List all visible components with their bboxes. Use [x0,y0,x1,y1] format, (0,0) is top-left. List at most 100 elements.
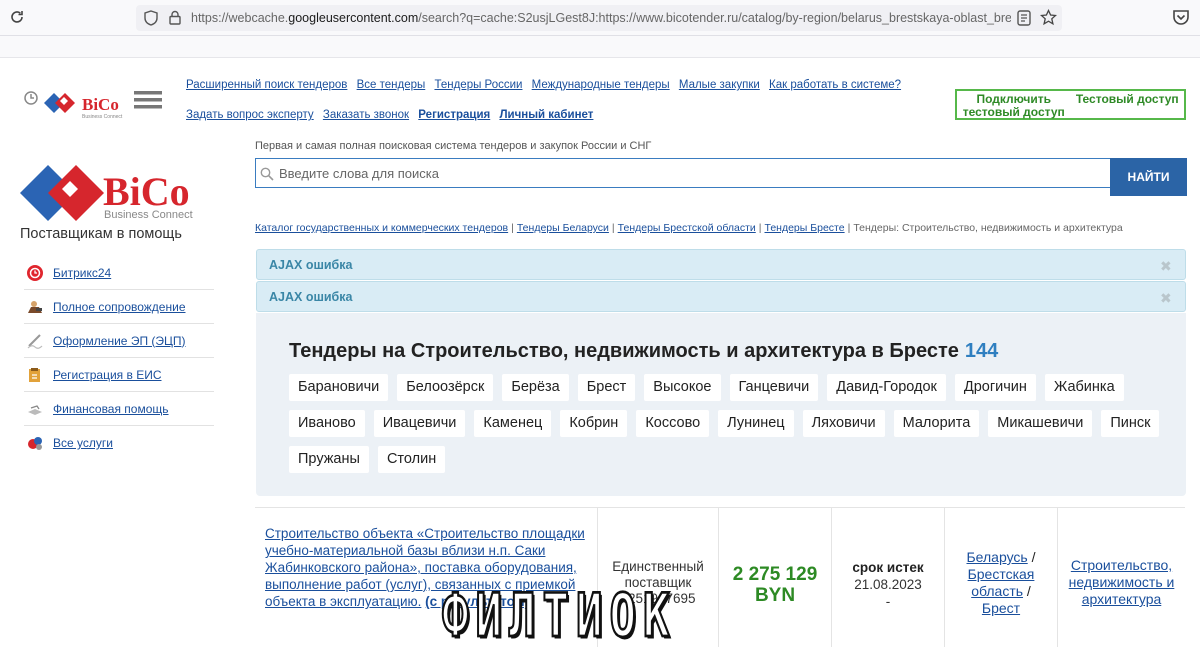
search-button[interactable]: НАЙТИ [1110,158,1187,196]
signature-icon [27,333,43,349]
top-link-russia-tenders[interactable]: Тендеры России [434,79,522,91]
bitrix-icon [27,264,43,281]
tender-category-cell: Строительство, недвижимость и архитектур… [1058,508,1185,647]
search-icon [260,167,274,181]
city-button[interactable]: Давид-Городок [827,374,946,401]
city-button[interactable]: Коссово [636,410,710,437]
url-text[interactable]: https://webcache.googleusercontent.com/s… [191,11,1011,25]
close-icon[interactable]: ✖ [1160,290,1172,307]
trial-access-label[interactable]: Тестовый доступ [1071,91,1185,118]
city-button[interactable]: Кобрин [560,410,628,437]
support-icon [28,300,42,313]
city-list: Барановичи Белоозёрск Берёза Брест Высокое Га… [289,374,1169,482]
reader-view-icon[interactable] [1017,10,1031,26]
top-link-ask-expert[interactable]: Задать вопрос эксперту [186,109,314,121]
city-button[interactable]: Столин [377,446,446,473]
tender-currency: BYN [754,585,796,606]
region-country-link[interactable]: Беларусь [966,549,1027,565]
shield-icon[interactable] [144,10,158,26]
tender-price: 2 275 129 [732,564,818,585]
search-input[interactable] [279,162,1099,184]
city-button[interactable]: Берёза [502,374,569,401]
breadcrumb-brest[interactable]: Тендеры Бресте [765,222,845,234]
city-button[interactable]: Высокое [644,374,721,401]
bookmark-star-icon[interactable] [1040,9,1057,26]
city-button[interactable]: Ганцевичи [729,374,819,401]
top-link-account[interactable]: Личный кабинет [499,109,593,121]
city-button[interactable]: Ляховичи [802,410,885,437]
region-panel: Тендеры на Строительство, недвижимость и… [256,313,1186,496]
lock-icon[interactable] [169,10,181,25]
brand-logo-text: BiCo [103,169,190,214]
city-button[interactable]: Микашевичи [988,410,1093,437]
ajax-error-alert: AJAX ошибка ✖ [256,249,1186,280]
tagline: Поставщикам в помощь [20,226,182,242]
sidebar-item-all-services[interactable]: Все услуги [24,426,214,460]
breadcrumb-catalog[interactable]: Каталог государственных и коммерческих т… [255,222,508,234]
city-button[interactable]: Барановичи [289,374,389,401]
top-nav-row1: Расширенный поиск тендеров Все тендеры Т… [186,79,907,91]
ajax-error-alert: AJAX ошибка ✖ [256,281,1186,312]
city-button[interactable]: Иваново [289,410,365,437]
trial-connect-label[interactable]: Подключить тестовый доступ [957,91,1071,119]
reload-icon[interactable] [9,9,25,25]
sidebar-menu: Битрикс24 Полное сопровождение Оформлени… [24,256,214,460]
address-bar[interactable]: https://webcache.googleusercontent.com/s… [136,5,1062,31]
close-icon[interactable]: ✖ [1160,258,1172,275]
watermark-overlay: ФИЛТИОК [441,581,677,651]
sidebar-item-label[interactable]: Полное сопровождение [53,300,186,314]
top-link-all-tenders[interactable]: Все тендеры [357,79,426,91]
top-link-small-purchases[interactable]: Малые закупки [679,79,760,91]
city-button[interactable]: Брест [577,374,636,401]
sidebar-item-support[interactable]: Полное сопровождение [24,290,214,324]
sidebar-item-eis[interactable]: Регистрация в ЕИС [24,358,214,392]
top-link-advanced-search[interactable]: Расширенный поиск тендеров [186,79,347,91]
sidebar-item-label[interactable]: Финансовая помощь [53,402,169,416]
city-button[interactable]: Белоозёрск [397,374,494,401]
city-button[interactable]: Лунинец [718,410,794,437]
sidebar-item-signature[interactable]: Оформление ЭП (ЭЦП) [24,324,214,358]
finance-icon [28,404,42,415]
city-button[interactable]: Жабинка [1044,374,1124,401]
breadcrumb: Каталог государственных и коммерческих т… [255,222,1123,234]
top-link-how-it-works[interactable]: Как работать в системе? [769,79,901,91]
city-button[interactable]: Пинск [1101,410,1160,437]
sidebar-item-bitrix[interactable]: Битрикс24 [24,256,214,290]
city-button[interactable]: Пружаны [289,446,369,473]
top-link-international-tenders[interactable]: Международные тендеры [532,79,670,91]
city-button[interactable]: Малорита [893,410,980,437]
tender-price-cell: 2 275 129 BYN [719,508,832,647]
sidebar-item-label[interactable]: Оформление ЭП (ЭЦП) [53,334,186,348]
sidebar-item-label[interactable]: Все услуги [53,436,113,450]
brand-logo[interactable]: BiCo Business Connect [20,163,212,223]
tender-deadline-cell: срок истек 21.08.2023 - [832,508,945,647]
deadline-date: 21.08.2023 [854,577,922,592]
search-field[interactable] [255,158,1111,188]
city-button[interactable]: Каменец [474,410,552,437]
trial-access-button[interactable]: Подключить тестовый доступ Тестовый дост… [955,89,1186,120]
breadcrumb-brest-oblast[interactable]: Тендеры Брестской области [618,222,756,234]
region-city-link[interactable]: Брест [982,600,1020,616]
services-icon [28,437,42,450]
search-subtitle: Первая и самая полная поисковая система … [255,140,652,152]
table-row: Строительство объекта «Строительство пло… [255,507,1185,647]
top-link-register[interactable]: Регистрация [418,109,490,121]
sidebar-item-finance[interactable]: Финансовая помощь [24,392,214,426]
city-button[interactable]: Ивацевичи [373,410,466,437]
top-nav-row2: Задать вопрос эксперту Заказать звонок Р… [186,109,599,121]
tender-count: 144 [964,340,999,362]
category-link[interactable]: Строительство, недвижимость и архитектур… [1069,557,1175,607]
pocket-icon[interactable] [1172,9,1190,26]
sidebar-item-label[interactable]: Регистрация в ЕИС [53,368,162,382]
city-button[interactable]: Дрогичин [954,374,1036,401]
svg-text:Business Connect: Business Connect [82,114,123,120]
sidebar-item-label[interactable]: Битрикс24 [53,266,111,280]
small-logo[interactable]: BiCo Business Connect [22,88,164,122]
svg-text:BiCo: BiCo [82,95,119,114]
bookmarks-bar [0,36,1200,58]
top-link-order-call[interactable]: Заказать звонок [323,109,409,121]
brand-logo-subtext: Business Connect [104,209,193,221]
region-oblast-link[interactable]: Брестская область [968,566,1035,599]
breadcrumb-belarus[interactable]: Тендеры Беларуси [517,222,609,234]
browser-toolbar: https://webcache.googleusercontent.com/s… [0,0,1200,36]
